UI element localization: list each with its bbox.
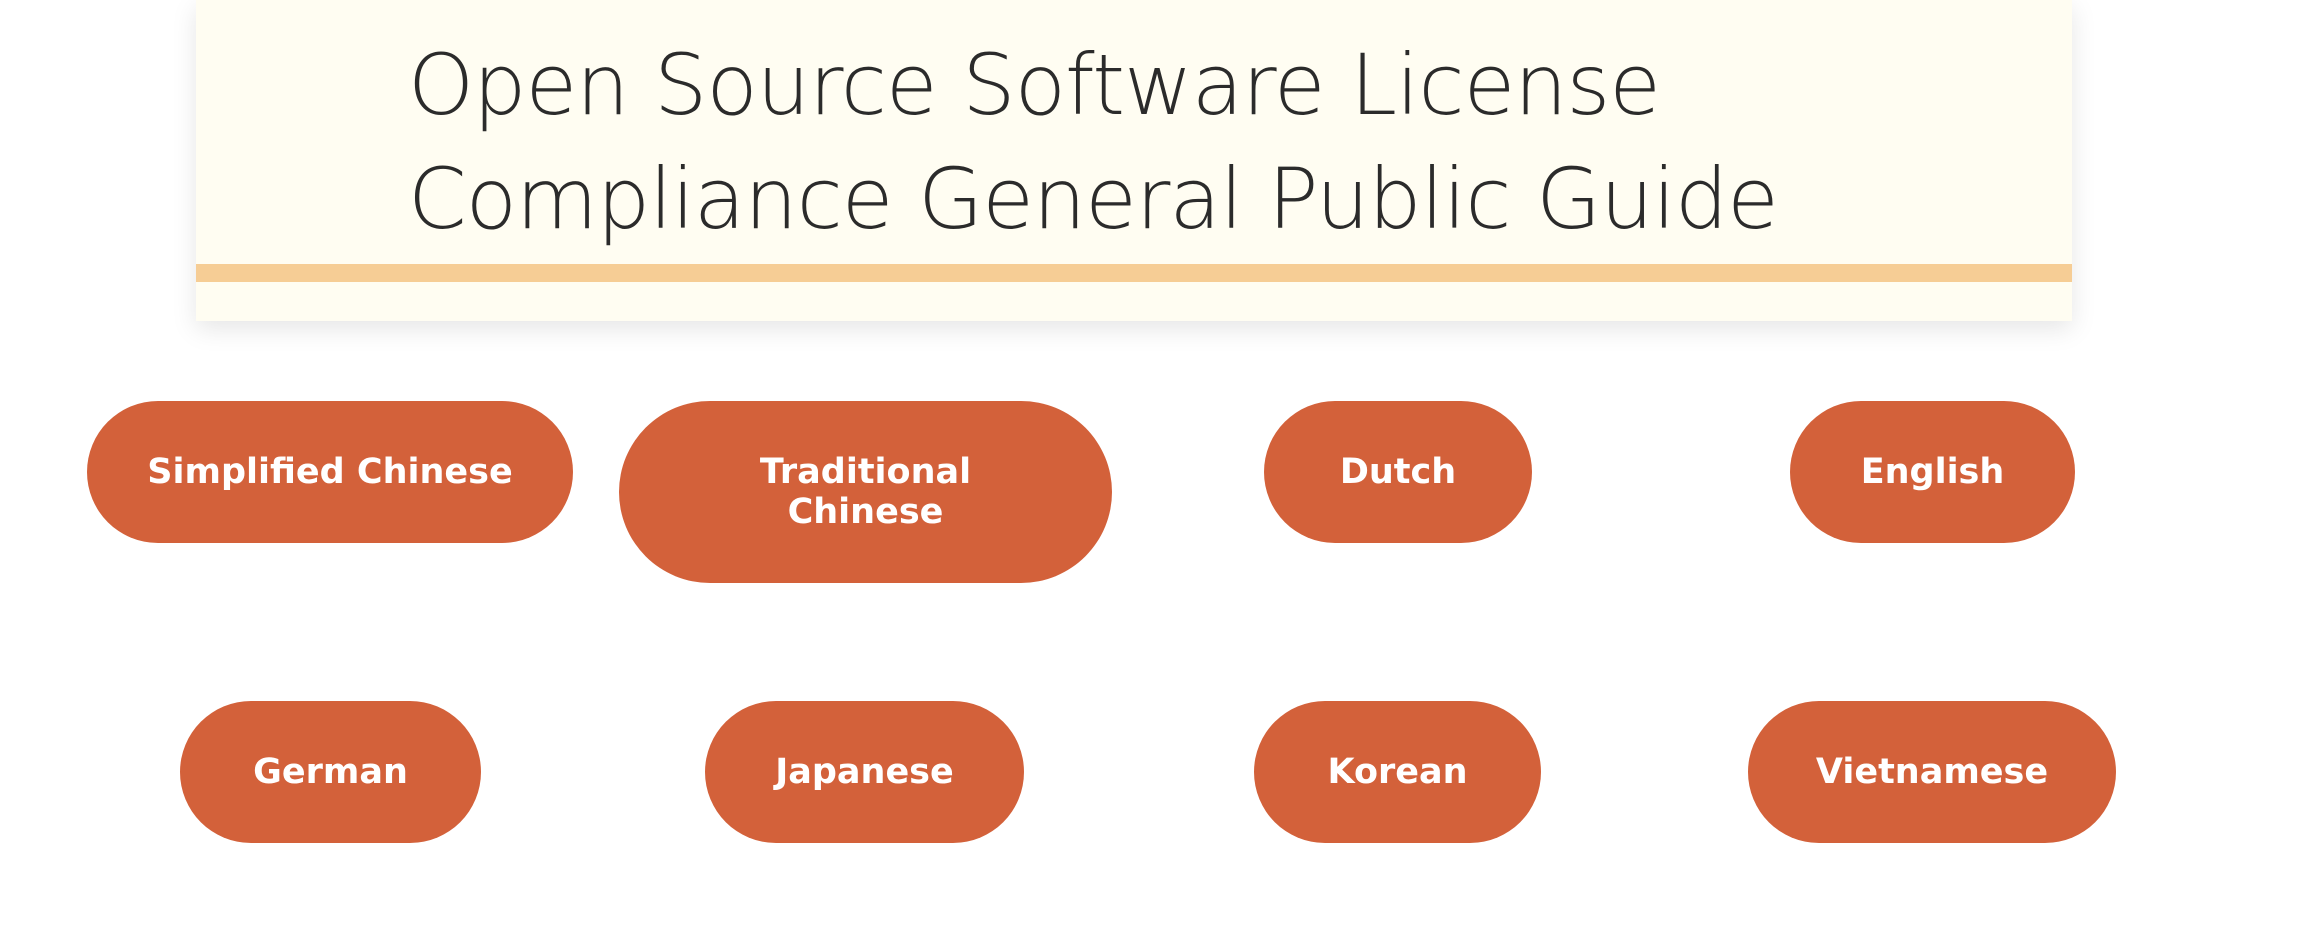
language-button-german[interactable]: German: [180, 701, 481, 843]
page: Open Source Software License Compliance …: [0, 0, 2301, 951]
language-button-label: Simplified Chinese: [147, 452, 513, 492]
language-button-korean[interactable]: Korean: [1254, 701, 1541, 843]
language-button-traditional-chinese[interactable]: Traditional Chinese: [619, 401, 1112, 583]
language-button-label: Korean: [1327, 752, 1468, 792]
language-button-japanese[interactable]: Japanese: [705, 701, 1024, 843]
language-button-english[interactable]: English: [1790, 401, 2075, 543]
language-button-label: Traditional Chinese: [759, 452, 972, 532]
language-button-label: English: [1860, 452, 2005, 492]
language-button-dutch[interactable]: Dutch: [1264, 401, 1532, 543]
language-button-vietnamese[interactable]: Vietnamese: [1748, 701, 2116, 843]
title-divider: [196, 264, 2072, 282]
language-button-label: German: [253, 752, 408, 792]
hero-card: Open Source Software License Compliance …: [196, 0, 2072, 321]
language-button-label: Dutch: [1339, 452, 1457, 492]
language-button-label: Japanese: [775, 752, 954, 792]
language-button-simplified-chinese[interactable]: Simplified Chinese: [87, 401, 573, 543]
language-button-label: Vietnamese: [1815, 752, 2049, 792]
page-title: Open Source Software License Compliance …: [408, 36, 1779, 248]
